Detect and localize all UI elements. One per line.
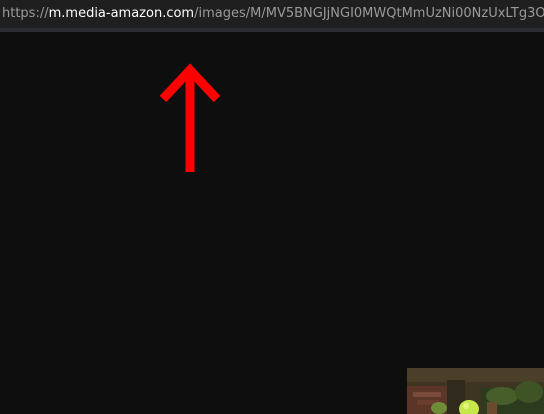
up-arrow-icon xyxy=(159,63,221,172)
image-thumbnail xyxy=(407,368,544,414)
url-scheme: https:// xyxy=(2,6,49,21)
url-host: m.media-amazon.com xyxy=(48,6,195,21)
address-bar[interactable]: https://m.media-amazon.com/images/M/MV5B… xyxy=(0,0,544,28)
image-viewport xyxy=(0,32,544,414)
url-path: /images/M/MV5BNGJjNGI0MWQtMmUzNi00NzUxLT… xyxy=(194,6,544,21)
